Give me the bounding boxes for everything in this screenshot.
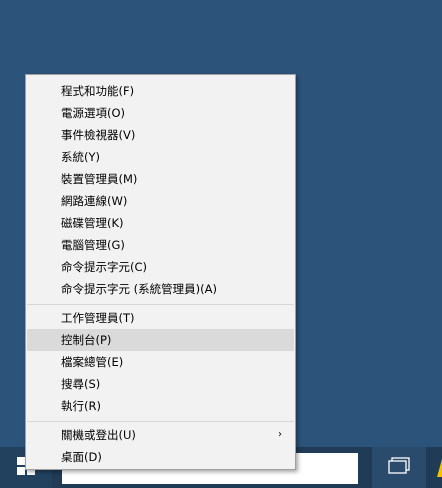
menu-item-run[interactable]: 執行(R) bbox=[27, 395, 294, 417]
menu-item-disk-management[interactable]: 磁碟管理(K) bbox=[27, 212, 294, 234]
menu-separator bbox=[27, 421, 294, 422]
menu-item-shutdown-signout[interactable]: 關機或登出(U) › bbox=[27, 424, 294, 446]
menu-item-file-explorer[interactable]: 檔案總管(E) bbox=[27, 351, 294, 373]
menu-item-search[interactable]: 搜尋(S) bbox=[27, 373, 294, 395]
menu-item-event-viewer[interactable]: 事件檢視器(V) bbox=[27, 124, 294, 146]
menu-item-device-manager[interactable]: 裝置管理員(M) bbox=[27, 168, 294, 190]
tray-icon[interactable] bbox=[436, 455, 442, 481]
menu-item-programs-features[interactable]: 程式和功能(F) bbox=[27, 80, 294, 102]
menu-item-desktop[interactable]: 桌面(D) bbox=[27, 446, 294, 468]
menu-item-power-options[interactable]: 電源選項(O) bbox=[27, 102, 294, 124]
menu-item-command-prompt[interactable]: 命令提示字元(C) bbox=[27, 256, 294, 278]
menu-item-computer-management[interactable]: 電腦管理(G) bbox=[27, 234, 294, 256]
menu-item-command-prompt-admin[interactable]: 命令提示字元 (系統管理員)(A) bbox=[27, 278, 294, 300]
menu-item-network-connections[interactable]: 網路連線(W) bbox=[27, 190, 294, 212]
task-view-button[interactable] bbox=[372, 447, 426, 488]
menu-item-task-manager[interactable]: 工作管理員(T) bbox=[27, 307, 294, 329]
chevron-right-icon: › bbox=[278, 429, 282, 440]
winx-context-menu: 程式和功能(F) 電源選項(O) 事件檢視器(V) 系統(Y) 裝置管理員(M)… bbox=[25, 74, 296, 470]
menu-item-label: 關機或登出(U) bbox=[61, 428, 136, 442]
menu-item-system[interactable]: 系統(Y) bbox=[27, 146, 294, 168]
task-view-icon bbox=[387, 456, 411, 479]
menu-item-control-panel[interactable]: 控制台(P) bbox=[27, 329, 294, 351]
menu-separator bbox=[27, 304, 294, 305]
